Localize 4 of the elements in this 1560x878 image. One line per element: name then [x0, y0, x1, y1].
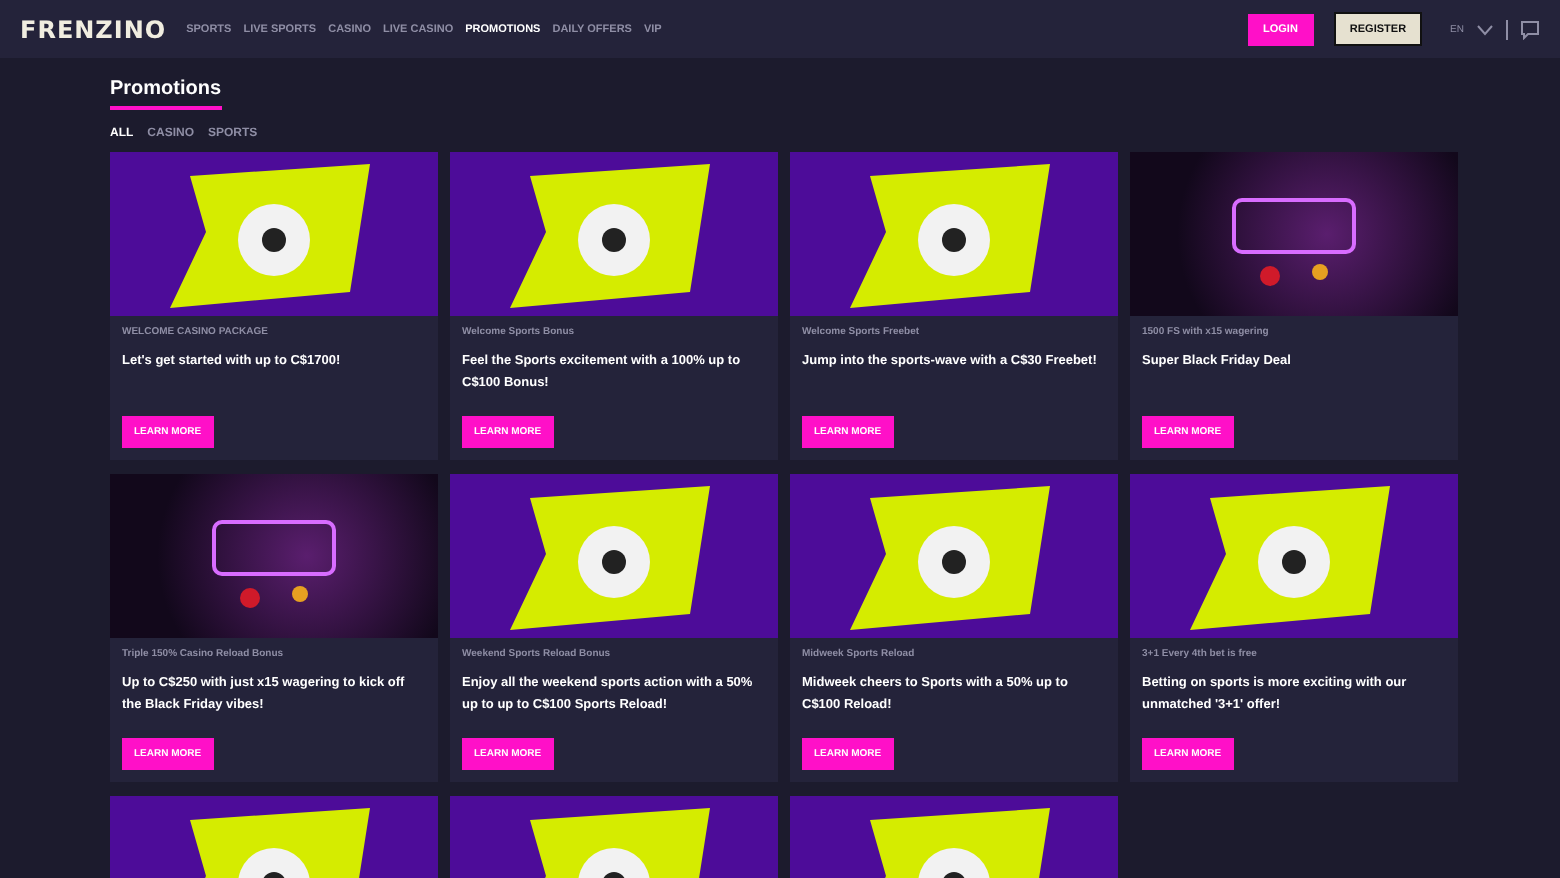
chevron-down-icon[interactable]: [1476, 23, 1494, 35]
site-logo[interactable]: FRENZINO: [20, 15, 167, 43]
page-title: Promotions: [110, 78, 222, 110]
chat-icon[interactable]: [1520, 19, 1540, 39]
